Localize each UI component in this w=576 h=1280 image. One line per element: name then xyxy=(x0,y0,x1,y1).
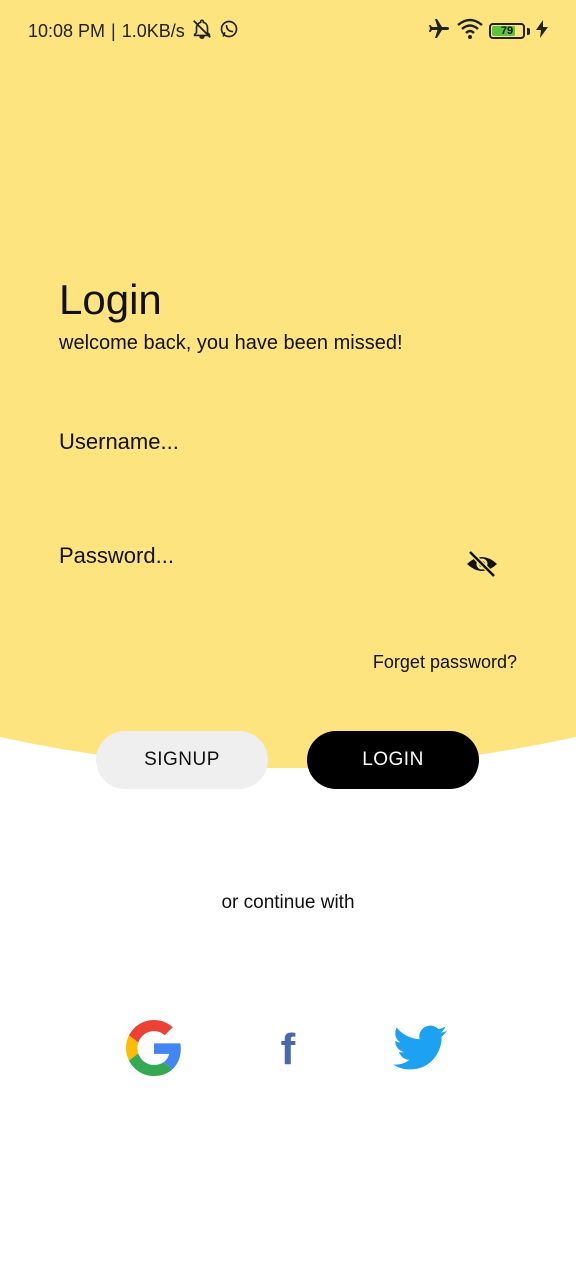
status-network-speed: 1.0KB/s xyxy=(121,20,185,41)
whatsapp-icon xyxy=(219,19,239,44)
battery-level: 79 xyxy=(500,24,514,37)
page-subtitle: welcome back, you have been missed! xyxy=(59,332,403,354)
notifications-off-icon xyxy=(191,18,213,45)
airplane-icon xyxy=(427,17,451,46)
password-visibility-toggle[interactable] xyxy=(462,546,502,586)
battery-tip xyxy=(527,27,530,35)
social-divider-text: or continue with xyxy=(221,892,355,913)
twitter-login-button[interactable] xyxy=(382,1012,458,1088)
charging-bolt-icon xyxy=(536,19,548,43)
facebook-login-button[interactable]: f xyxy=(250,1012,326,1088)
forgot-password-link[interactable]: Forget password? xyxy=(373,652,517,673)
facebook-icon: f xyxy=(280,1025,296,1074)
battery-icon: 79 xyxy=(489,23,525,39)
google-icon xyxy=(126,1019,182,1081)
login-button[interactable]: LOGIN xyxy=(307,731,479,789)
status-bar-left: 10:08 PM | 1.0KB/s xyxy=(28,18,239,45)
status-bar: 10:08 PM | 1.0KB/s 79 xyxy=(0,0,576,62)
status-time: 10:08 PM xyxy=(28,20,106,41)
username-input[interactable] xyxy=(59,424,519,460)
password-input[interactable] xyxy=(59,538,449,574)
status-bar-right: 79 xyxy=(427,17,548,46)
status-separator: | xyxy=(111,20,116,41)
google-login-button[interactable] xyxy=(116,1012,192,1088)
signup-button[interactable]: SIGNUP xyxy=(96,731,268,789)
twitter-icon xyxy=(393,1025,448,1076)
visibility-off-icon xyxy=(465,549,499,584)
page-title: Login xyxy=(59,276,162,323)
wifi-icon xyxy=(457,18,483,45)
